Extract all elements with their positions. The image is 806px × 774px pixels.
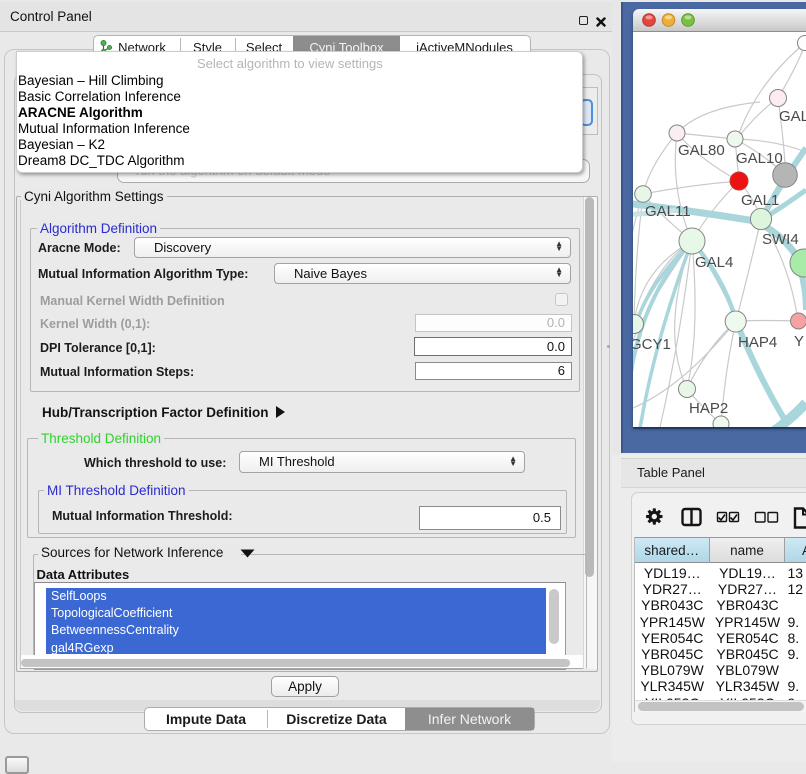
svg-text:HAP2: HAP2 bbox=[689, 400, 728, 417]
svg-text:GAL4: GAL4 bbox=[695, 254, 733, 271]
svg-text:GAL80: GAL80 bbox=[678, 142, 725, 159]
svg-text:GAL11: GAL11 bbox=[645, 203, 691, 220]
svg-text:SWI4: SWI4 bbox=[762, 231, 799, 248]
svg-text:HAP4: HAP4 bbox=[738, 334, 777, 351]
svg-text:Y: Y bbox=[794, 333, 804, 350]
svg-text:GCY1: GCY1 bbox=[633, 336, 671, 353]
svg-text:GAL1: GAL1 bbox=[741, 192, 779, 209]
svg-text:GAL10: GAL10 bbox=[736, 150, 783, 167]
svg-text:GAL: GAL bbox=[779, 108, 806, 125]
